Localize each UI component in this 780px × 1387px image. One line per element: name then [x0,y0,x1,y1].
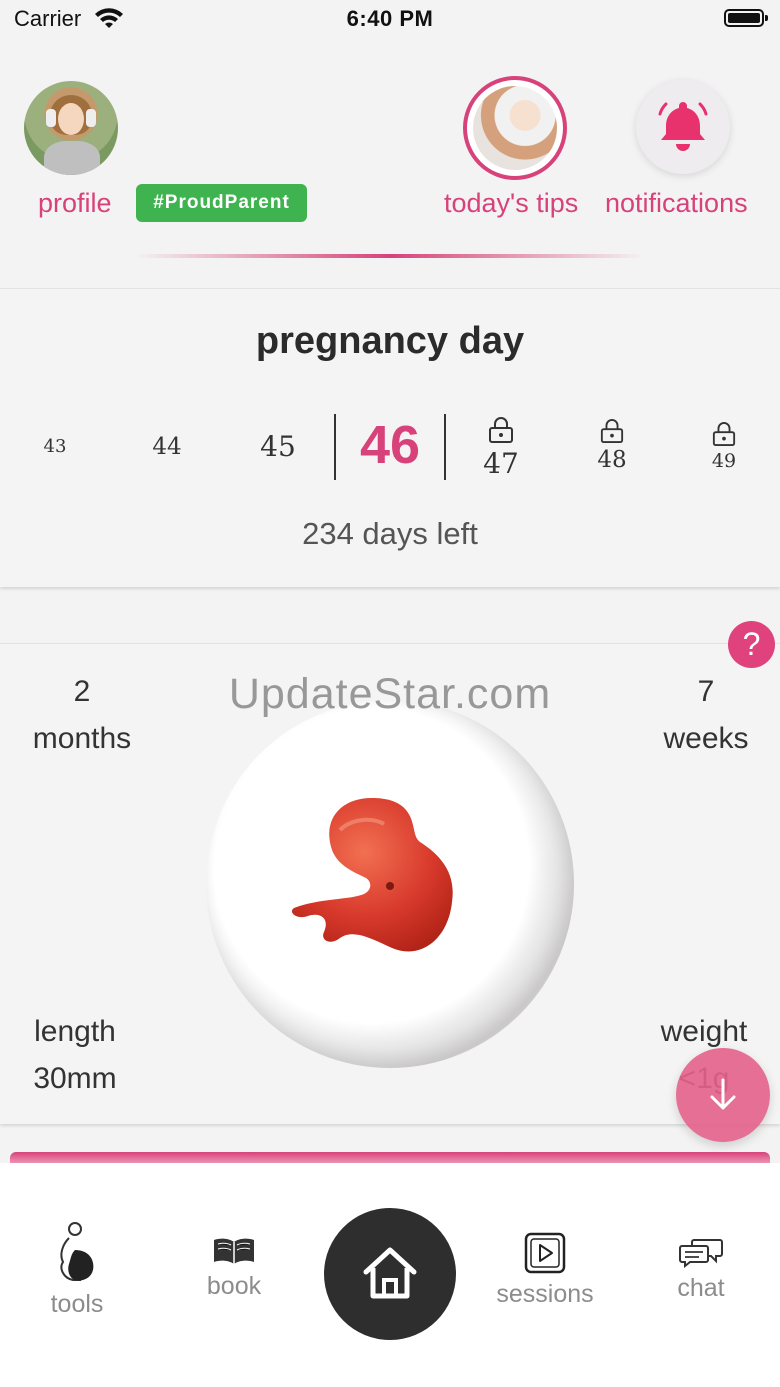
tab-tools-label: tools [50,1290,104,1318]
current-day-right-divider [444,414,446,480]
pregnant-icon [60,1222,94,1281]
length-label: length [34,1015,116,1048]
notifications-button[interactable] [636,80,730,174]
status-time: 6:40 PM [346,6,434,31]
months-value: 2 [73,675,91,708]
todays-tips-label[interactable]: today's tips [444,188,578,219]
todays-tips-button[interactable] [463,76,567,180]
tab-tools[interactable]: tools [12,1220,142,1319]
help-button[interactable]: ? [728,621,775,668]
day-47-label: 47 [483,447,519,480]
tab-book-label: book [206,1272,262,1300]
months-label: months [32,722,132,755]
length-value: 30mm [33,1062,117,1095]
days-left: 234 days left [302,516,478,551]
months-stat: 2 months [18,668,146,762]
current-day[interactable]: 46 [340,414,440,476]
tab-sessions-label: sessions [496,1280,594,1308]
day-49-locked[interactable]: 49 [694,421,754,472]
day-45[interactable]: 45 [248,430,308,463]
weeks-label: weeks [663,722,749,755]
weight-label: weight [660,1015,748,1048]
day-48-locked[interactable]: 48 [582,418,642,473]
embryo-illustration [280,790,470,995]
tab-chat-label: chat [677,1274,725,1302]
scroll-down-button[interactable] [676,1048,770,1142]
arrow-down-icon [710,1078,736,1110]
day-44[interactable]: 44 [137,434,197,460]
tab-book[interactable]: book [169,1236,299,1301]
home-icon [363,1247,417,1299]
book-icon [214,1238,254,1264]
day-47-locked[interactable]: 47 [471,416,531,480]
lock-icon [489,417,513,443]
day-49-label: 49 [711,450,737,472]
current-day-left-divider [334,414,336,480]
day-48-label: 48 [597,447,627,473]
pregnancy-day-title: pregnancy day [255,320,525,362]
battery-icon [724,9,768,27]
profile-label[interactable]: profile [38,188,112,219]
question-icon: ? [742,626,761,662]
weeks-value: 7 [697,675,715,708]
lock-icon [600,419,624,443]
profile-avatar[interactable] [24,81,118,175]
header-divider [135,254,645,258]
proud-parent-tag[interactable]: #ProudParent [136,184,307,222]
bell-icon [654,96,712,159]
length-stat: length 30mm [16,1008,134,1102]
status-bar: Carrier 6:40 PM [0,0,780,40]
lock-icon [712,422,736,446]
day-43[interactable]: 43 [25,436,85,457]
weeks-stat: 7 weeks [650,668,762,762]
tab-sessions[interactable]: sessions [480,1232,610,1309]
chat-icon [679,1239,723,1268]
tab-chat[interactable]: chat [636,1236,766,1303]
play-icon [524,1232,566,1274]
notifications-label[interactable]: notifications [605,188,748,219]
home-button[interactable] [324,1208,456,1340]
